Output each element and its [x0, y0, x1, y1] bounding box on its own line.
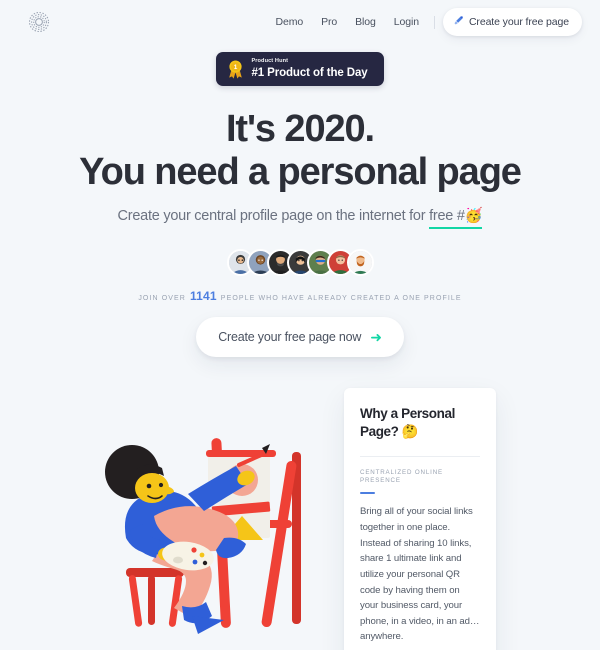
- nav-link-login[interactable]: Login: [385, 16, 428, 28]
- create-free-page-now-button[interactable]: Create your free page now ➜: [196, 317, 404, 358]
- site-header: Demo Pro Blog Login Create your free pag…: [0, 0, 600, 44]
- hexagon-ring-logo-icon[interactable]: [26, 9, 52, 35]
- hero-section: 1 Product Hunt #1 Product of the Day It'…: [0, 44, 600, 358]
- create-free-page-header-button[interactable]: Create your free page: [442, 8, 582, 36]
- primary-nav: Demo Pro Blog Login Create your free pag…: [266, 8, 582, 36]
- card-title: Why a Personal Page? 🤔: [360, 406, 455, 439]
- product-hunt-badge-text: Product Hunt #1 Product of the Day: [251, 58, 367, 80]
- lower-section: Why a Personal Page? 🤔 Centralized onlin…: [0, 370, 600, 650]
- product-hunt-badge[interactable]: 1 Product Hunt #1 Product of the Day: [216, 52, 384, 87]
- hero-title-line-1: It's 2020.: [225, 108, 375, 151]
- nav-link-blog[interactable]: Blog: [346, 16, 385, 28]
- paintbrush-icon: [453, 15, 464, 29]
- hero-subtitle: Create your central profile page on the …: [0, 206, 600, 230]
- hero-subtitle-prefix: Create your central profile page on the …: [117, 208, 430, 225]
- info-card: Why a Personal Page? 🤔 Centralized onlin…: [344, 388, 496, 650]
- card-divider-top: [360, 455, 480, 457]
- arrow-right-icon: ➜: [370, 329, 382, 346]
- gold-medal-icon: 1: [227, 60, 244, 79]
- card-body-text: Bring all of your social links together …: [360, 506, 480, 643]
- nav-link-pro[interactable]: Pro: [312, 16, 346, 28]
- hero-title: It's 2020. You need a personal page: [0, 108, 600, 194]
- card-eyebrow-label: Centralized online presence: [360, 468, 444, 485]
- card-accent-bar: [360, 491, 375, 495]
- social-proof-avatars: [0, 249, 600, 277]
- join-suffix: people who have already created a one pr…: [220, 295, 462, 303]
- hero-subtitle-highlight: free #🥳: [429, 206, 483, 230]
- svg-text:1: 1: [234, 64, 238, 71]
- product-hunt-rank: #1 Product of the Day: [251, 66, 368, 79]
- join-prefix: Join over: [138, 295, 186, 303]
- create-free-page-header-label: Create your free page: [468, 16, 569, 28]
- create-free-page-now-label: Create your free page now: [218, 330, 362, 345]
- avatar: [346, 249, 374, 277]
- product-hunt-label: Product Hunt: [251, 58, 289, 64]
- nav-link-demo[interactable]: Demo: [266, 16, 312, 28]
- join-social-proof: Join over 1141 people who have already c…: [0, 289, 600, 303]
- join-count: 1141: [189, 289, 217, 304]
- hero-title-line-2: You need a personal page: [79, 151, 522, 194]
- hero-cta-wrapper: Create your free page now ➜: [0, 317, 600, 358]
- nav-divider: [433, 15, 435, 29]
- artist-painting-easel-illustration: [96, 420, 346, 635]
